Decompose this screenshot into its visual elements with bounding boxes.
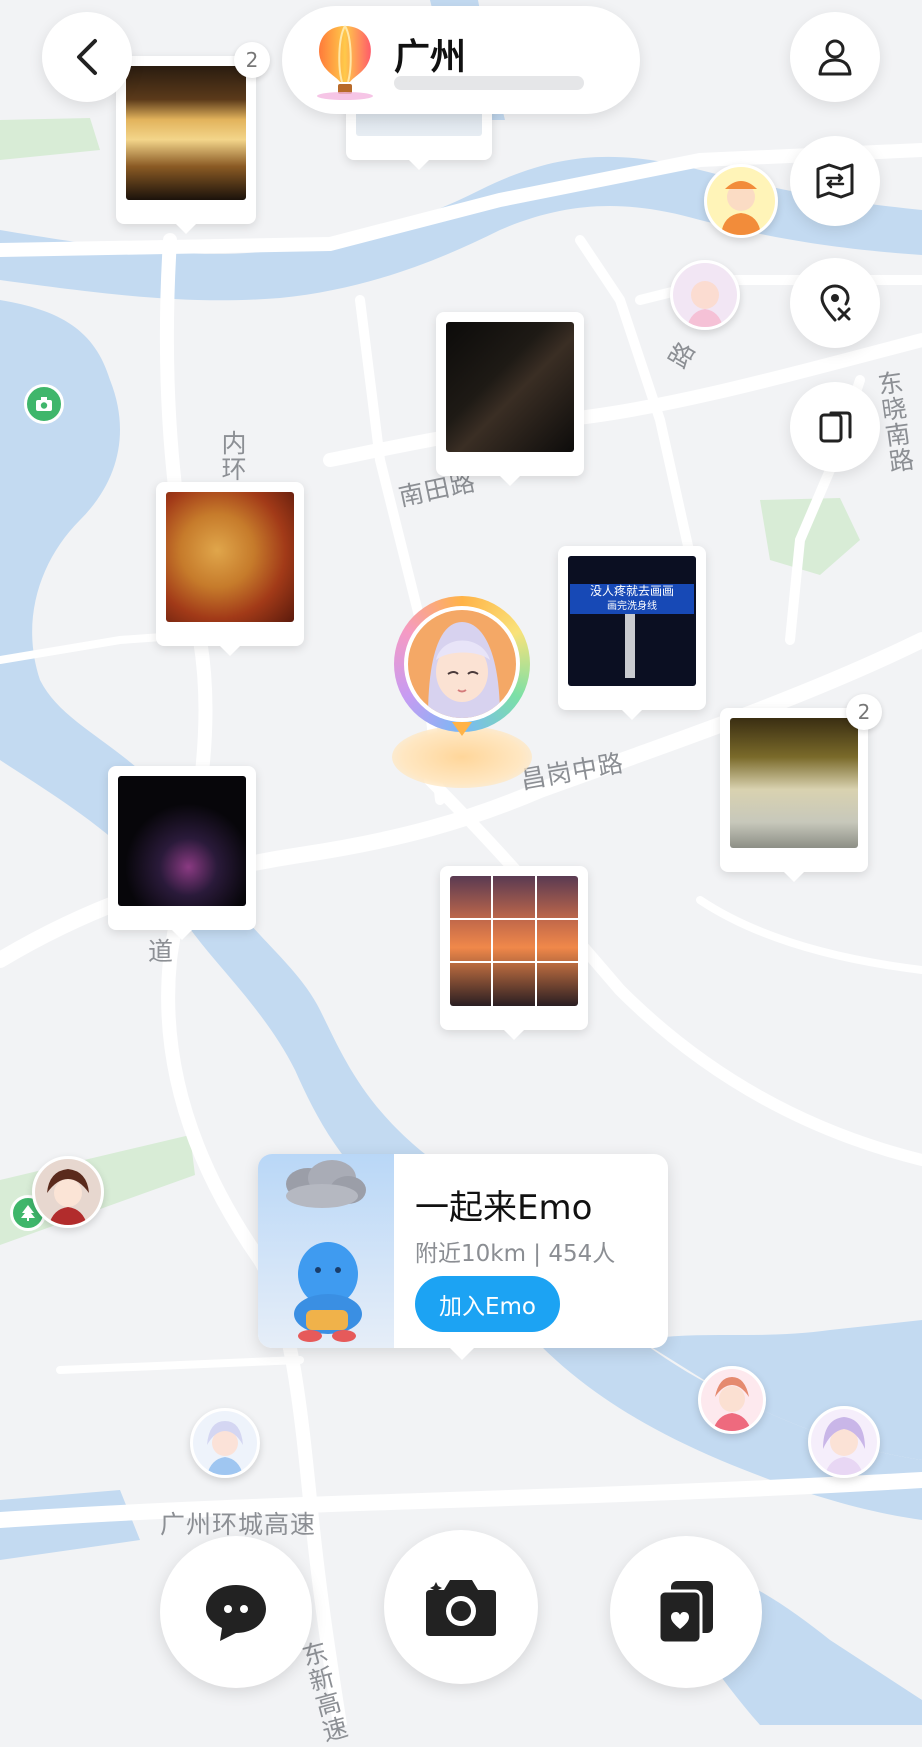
map-switch-button[interactable]: [790, 136, 880, 226]
photo-pin[interactable]: 2: [720, 694, 882, 882]
location-subtitle-blurred: [394, 76, 584, 90]
group-card[interactable]: 一起来Emo 附近10km | 454人 加入Emo: [258, 1154, 668, 1360]
photo-pin[interactable]: 2: [116, 42, 270, 234]
photo-pin[interactable]: [440, 866, 588, 1040]
cards-heart-icon: [657, 1581, 713, 1645]
user-avatar[interactable]: [698, 1366, 766, 1434]
user-avatar[interactable]: [32, 1156, 104, 1228]
photo-pin[interactable]: [156, 482, 304, 656]
user-avatar[interactable]: [808, 1406, 880, 1478]
photo-count-badge: 2: [846, 694, 882, 730]
chat-button[interactable]: [160, 1536, 312, 1688]
back-button[interactable]: [42, 12, 132, 102]
camera-spot-icon[interactable]: [24, 384, 64, 424]
cards-icon: [819, 411, 852, 443]
group-cover-image: [258, 1154, 394, 1348]
photo-count-badge: 2: [234, 42, 270, 78]
chevron-left-icon: [77, 39, 97, 75]
camera-button[interactable]: [384, 1530, 538, 1684]
road-label-inner-ring: 内环: [218, 430, 247, 482]
map-icon: [816, 163, 854, 199]
photo-pin[interactable]: [436, 312, 584, 486]
user-avatar[interactable]: [704, 164, 778, 238]
chat-bubble-icon: [206, 1585, 266, 1641]
join-group-button[interactable]: 加入Emo: [415, 1276, 560, 1332]
group-title: 一起来Emo: [415, 1188, 593, 1228]
road-label-dao: 道: [148, 937, 175, 966]
sign-text-line2: 画完洗身线: [607, 601, 657, 612]
sign-text-line1: 没人疼就去画画: [589, 584, 674, 598]
user-avatar[interactable]: [190, 1408, 260, 1478]
photo-pin[interactable]: [108, 766, 256, 940]
location-title-bar[interactable]: 广州: [282, 6, 640, 114]
hide-location-button[interactable]: [790, 258, 880, 348]
group-meta: 附近10km | 454人: [415, 1241, 616, 1267]
feed-cards-button[interactable]: [610, 1536, 762, 1688]
user-avatar[interactable]: [670, 260, 740, 330]
person-icon: [818, 39, 852, 76]
city-name: 广州: [394, 37, 467, 78]
photo-pin[interactable]: 没人疼就去画画 画完洗身线: [558, 546, 706, 720]
cards-button[interactable]: [790, 382, 880, 472]
my-location-avatar[interactable]: [394, 596, 530, 736]
hot-air-balloon-icon: [317, 25, 373, 100]
camera-icon: [426, 1580, 496, 1636]
profile-button[interactable]: [790, 12, 880, 102]
location-off-icon: [820, 284, 851, 322]
